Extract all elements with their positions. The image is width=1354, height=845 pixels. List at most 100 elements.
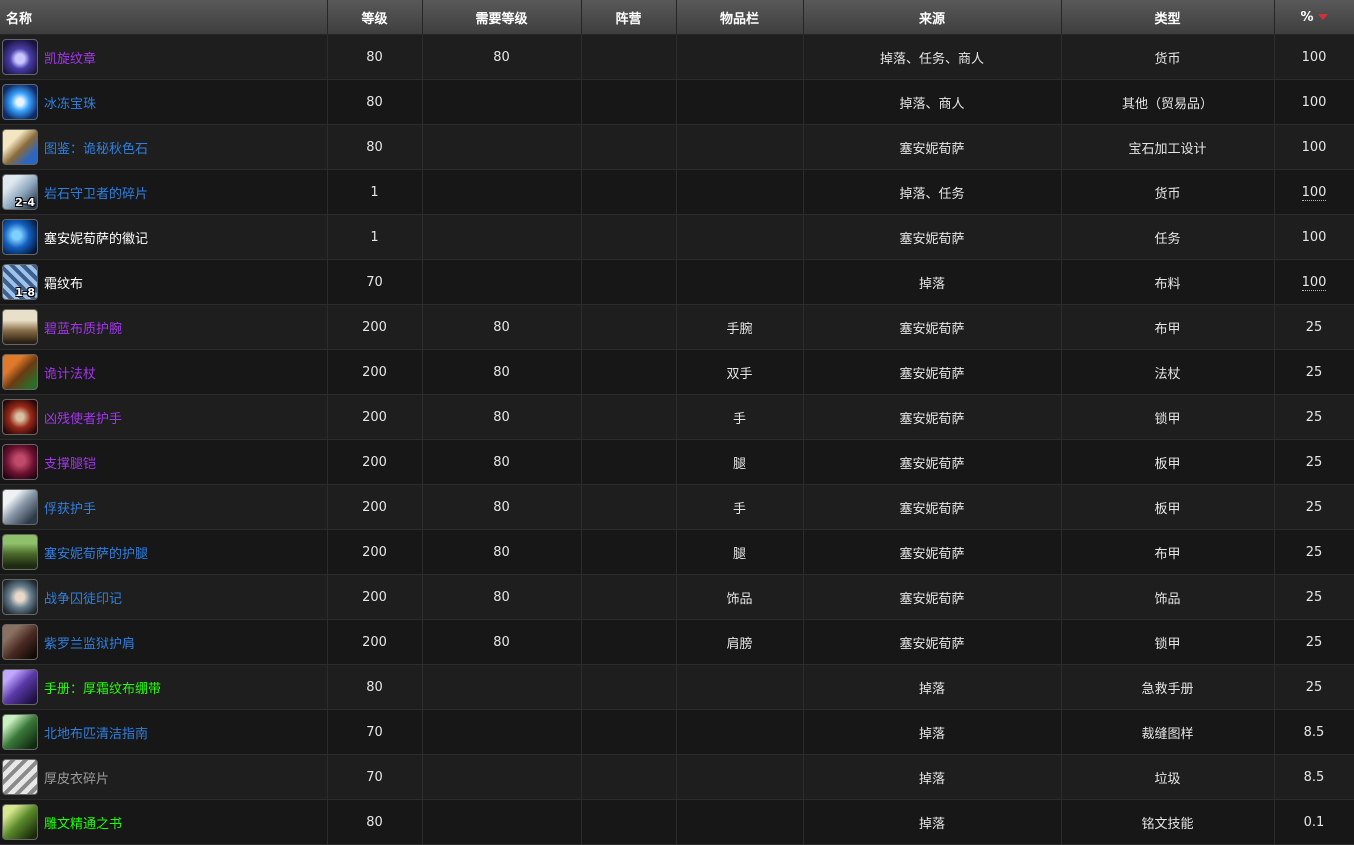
cell-name: 碧蓝布质护腕 (0, 304, 328, 350)
cell-source: 掉落 (803, 709, 1062, 755)
pants-green-icon[interactable] (2, 534, 38, 570)
manual-purple-icon[interactable] (2, 669, 38, 705)
item-link[interactable]: 北地布匹清洁指南 (44, 723, 148, 742)
cell-source: 掉落 (803, 259, 1062, 305)
glyph-book-icon[interactable] (2, 804, 38, 840)
drop-percent[interactable]: 100 (1301, 274, 1327, 291)
cell-slot (676, 259, 804, 305)
cell-req-level (422, 214, 582, 260)
cell-level: 200 (327, 304, 423, 350)
cell-type: 其他（贸易品） (1061, 79, 1275, 125)
cell-type: 急救手册 (1061, 664, 1275, 710)
table-row: 紫罗兰监狱护肩 200 80 肩膀 塞安妮荀萨 锁甲 25 (0, 619, 1354, 665)
item-link[interactable]: 凯旋纹章 (44, 48, 96, 67)
cell-req-level (422, 709, 582, 755)
item-link[interactable]: 厚皮衣碎片 (44, 768, 109, 787)
item-name-wrap: 1-8 霜纹布 (2, 260, 326, 304)
cell-name: 图鉴：诡秘秋色石 (0, 124, 328, 170)
staff-icon[interactable] (2, 354, 38, 390)
item-link[interactable]: 塞安妮荀萨的护腿 (44, 543, 148, 562)
scroll-design-icon[interactable] (2, 129, 38, 165)
item-link[interactable]: 碧蓝布质护腕 (44, 318, 122, 337)
table-row: 1-8 霜纹布 70 掉落 布料 100 (0, 259, 1354, 305)
cell-level: 70 (327, 754, 423, 800)
column-header-source[interactable]: 来源 (803, 0, 1062, 35)
item-link[interactable]: 紫罗兰监狱护肩 (44, 633, 135, 652)
cell-percent: 100 (1274, 214, 1354, 260)
pattern-book-icon[interactable] (2, 714, 38, 750)
cell-side (581, 574, 677, 620)
cell-slot (676, 34, 804, 80)
leg-plate-icon[interactable] (2, 444, 38, 480)
item-link[interactable]: 诡计法杖 (44, 363, 96, 382)
column-header-level[interactable]: 等级 (327, 0, 423, 35)
column-header-slot[interactable]: 物品栏 (676, 0, 804, 35)
cell-slot: 双手 (676, 349, 804, 395)
drop-percent: 8.5 (1303, 724, 1325, 740)
frostweave-cloth-icon[interactable]: 1-8 (2, 264, 38, 300)
cell-source: 掉落、商人 (803, 79, 1062, 125)
helm-emblem-icon[interactable] (2, 39, 38, 75)
column-header-req-level[interactable]: 需要等级 (422, 0, 582, 35)
bracer-icon[interactable] (2, 309, 38, 345)
cell-side (581, 664, 677, 710)
trinket-icon[interactable] (2, 579, 38, 615)
table-row: 冰冻宝珠 80 掉落、商人 其他（贸易品） 100 (0, 79, 1354, 125)
item-link[interactable]: 图鉴：诡秘秋色石 (44, 138, 148, 157)
cell-side (581, 124, 677, 170)
item-link[interactable]: 雕文精通之书 (44, 813, 122, 832)
shoulder-icon[interactable] (2, 624, 38, 660)
stone-shard-icon[interactable]: 2-4 (2, 174, 38, 210)
cell-name: 雕文精通之书 (0, 799, 328, 845)
item-link[interactable]: 冰冻宝珠 (44, 93, 96, 112)
cell-percent: 0.1 (1274, 799, 1354, 845)
frozen-orb-icon[interactable] (2, 84, 38, 120)
cell-side (581, 169, 677, 215)
cell-level: 1 (327, 169, 423, 215)
drop-percent: 100 (1301, 94, 1327, 110)
cell-level: 80 (327, 79, 423, 125)
item-link[interactable]: 岩石守卫者的碎片 (44, 183, 148, 202)
column-header-name[interactable]: 名称 (0, 0, 328, 35)
sigil-icon[interactable] (2, 219, 38, 255)
item-name-wrap: 俘获护手 (2, 485, 326, 529)
item-link[interactable]: 手册：厚霜纹布绷带 (44, 678, 161, 697)
item-link[interactable]: 支撑腿铠 (44, 453, 96, 472)
cell-type: 铭文技能 (1061, 799, 1275, 845)
cell-percent: 25 (1274, 349, 1354, 395)
item-link[interactable]: 俘获护手 (44, 498, 96, 517)
column-header-percent[interactable]: % (1274, 0, 1354, 35)
cell-slot: 腿 (676, 529, 804, 575)
cell-slot (676, 124, 804, 170)
column-header-side[interactable]: 阵营 (581, 0, 677, 35)
cell-level: 200 (327, 529, 423, 575)
cell-source: 掉落、任务、商人 (803, 34, 1062, 80)
cell-name: 2-4 岩石守卫者的碎片 (0, 169, 328, 215)
cell-name: 北地布匹清洁指南 (0, 709, 328, 755)
cell-req-level: 80 (422, 349, 582, 395)
cell-side (581, 799, 677, 845)
cell-source: 掉落、任务 (803, 169, 1062, 215)
drop-percent[interactable]: 100 (1301, 184, 1327, 201)
item-name-wrap: 冰冻宝珠 (2, 80, 326, 124)
cell-level: 200 (327, 574, 423, 620)
cell-name: 紫罗兰监狱护肩 (0, 619, 328, 665)
column-header-type[interactable]: 类型 (1061, 0, 1275, 35)
item-name-wrap: 凶残使者护手 (2, 395, 326, 439)
gauntlet-steel-icon[interactable] (2, 489, 38, 525)
item-link[interactable]: 凶残使者护手 (44, 408, 122, 427)
cell-slot (676, 79, 804, 125)
leather-scrap-icon[interactable] (2, 759, 38, 795)
cell-level: 200 (327, 394, 423, 440)
item-name-wrap: 紫罗兰监狱护肩 (2, 620, 326, 664)
gauntlet-red-icon[interactable] (2, 399, 38, 435)
cell-name: 厚皮衣碎片 (0, 754, 328, 800)
item-link[interactable]: 霜纹布 (44, 273, 83, 292)
cell-source: 塞安妮荀萨 (803, 574, 1062, 620)
cell-req-level: 80 (422, 34, 582, 80)
cell-percent: 25 (1274, 574, 1354, 620)
item-link[interactable]: 塞安妮荀萨的徽记 (44, 228, 148, 247)
cell-side (581, 709, 677, 755)
item-link[interactable]: 战争囚徒印记 (44, 588, 122, 607)
cell-percent: 25 (1274, 484, 1354, 530)
